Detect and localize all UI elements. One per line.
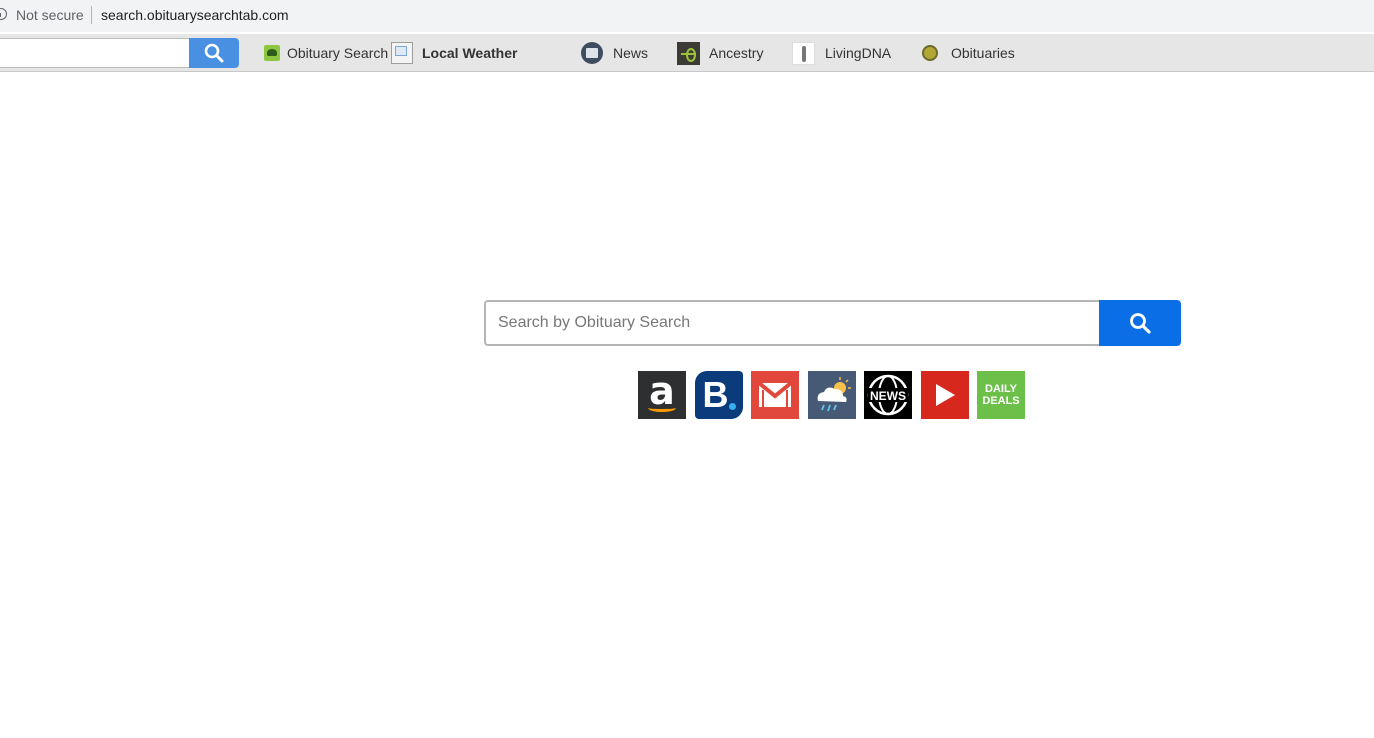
main-search-box[interactable]: [484, 300, 1100, 346]
booking-dot: [728, 403, 736, 410]
booking-logo-icon: B: [702, 374, 729, 415]
extension-toolbar: Obituary Search Local Weather News Ances…: [0, 34, 1374, 72]
toolbar-link-ancestry[interactable]: Ancestry: [677, 34, 763, 72]
toolbar-search-input[interactable]: [0, 38, 190, 68]
ancestry-icon: [677, 41, 700, 65]
main-search-button[interactable]: [1099, 300, 1181, 346]
toolbar-link-label: Obituary Search: [287, 45, 389, 61]
toolbar-link-livingdna[interactable]: LivingDNA: [792, 34, 891, 72]
info-icon[interactable]: [0, 8, 7, 20]
toolbar-search-button[interactable]: [189, 38, 239, 68]
weather-cloud-sun-icon: [817, 377, 851, 412]
toolbar-link-label: Local Weather: [422, 45, 518, 61]
security-status[interactable]: Not secure: [16, 7, 84, 23]
obituaries-icon: [922, 45, 938, 61]
url-text[interactable]: search.obituarysearchtab.com: [101, 7, 289, 23]
amazon-smile-icon: [648, 404, 676, 412]
toolbar-link-local-weather[interactable]: Local Weather: [391, 34, 517, 72]
toolbar-link-news[interactable]: News: [581, 34, 648, 72]
quick-link-daily-deals[interactable]: DAILY DEALS: [977, 371, 1025, 419]
globe-news-icon: NEWS: [867, 374, 909, 416]
daily-deals-label-line2: DEALS: [982, 395, 1020, 407]
toolbar-link-label: News: [613, 45, 649, 61]
news-icon: [581, 42, 603, 64]
quick-link-booking[interactable]: B: [694, 371, 743, 419]
quick-link-amazon[interactable]: a: [638, 371, 686, 419]
address-divider: [91, 6, 92, 24]
search-icon: [204, 43, 224, 63]
broken-image-icon: [391, 42, 413, 64]
quick-link-news[interactable]: NEWS: [864, 371, 912, 419]
toolbar-link-label: Obituaries: [951, 45, 1015, 61]
daily-deals-label-line1: DAILY: [985, 383, 1017, 395]
toolbar-link-label: LivingDNA: [825, 45, 892, 61]
livingdna-icon: [792, 41, 815, 65]
quick-link-weather[interactable]: [807, 371, 856, 419]
play-icon: [935, 384, 955, 406]
quick-links: a B NEWS DAILY DEALS: [638, 371, 1034, 419]
mail-icon: [758, 382, 792, 407]
obituary-search-logo-icon: [264, 45, 280, 61]
toolbar-link-obituary-search[interactable]: Obituary Search: [264, 34, 388, 72]
news-label: NEWS: [870, 389, 906, 403]
quick-link-youtube[interactable]: [920, 371, 969, 419]
address-bar[interactable]: Not secure search.obituarysearchtab.com: [0, 0, 1374, 32]
quick-link-gmail[interactable]: [751, 371, 799, 419]
main-search-input[interactable]: [486, 302, 1100, 344]
toolbar-link-obituaries[interactable]: Obituaries: [922, 34, 1015, 72]
toolbar-link-label: Ancestry: [709, 45, 764, 61]
search-icon: [1130, 313, 1151, 334]
